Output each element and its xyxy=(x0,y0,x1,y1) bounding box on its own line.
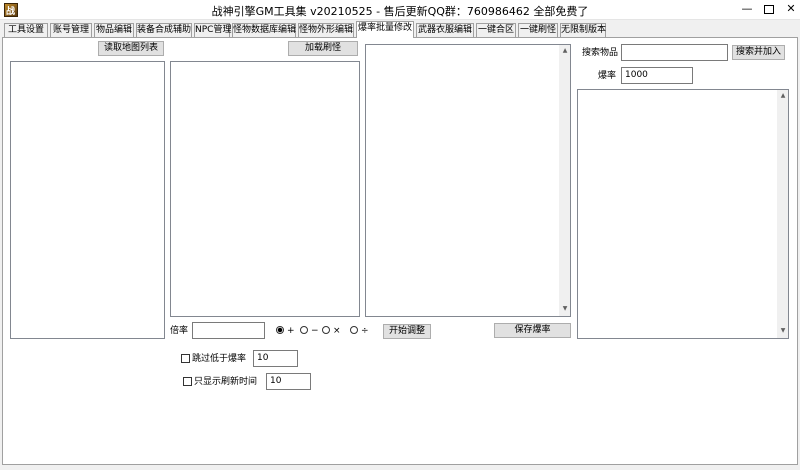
op-plus-label: + xyxy=(287,326,295,336)
skip-low-checkbox[interactable] xyxy=(181,354,190,363)
search-item-input[interactable] xyxy=(621,44,728,61)
tab-npc-management[interactable]: NPC管理 xyxy=(194,23,231,37)
only-refresh-checkbox[interactable] xyxy=(183,377,192,386)
item-list-scroll-down-icon[interactable]: ▼ xyxy=(778,327,788,334)
item-list-scrollbar[interactable] xyxy=(777,90,788,338)
tab-item-edit[interactable]: 物品编辑 xyxy=(94,23,134,37)
rate-input[interactable] xyxy=(192,322,265,339)
drop-rate-label: 爆率 xyxy=(598,71,617,81)
tab-drop-rate-batch[interactable]: 爆率批量修改 xyxy=(356,21,414,38)
item-list-scroll-up-icon[interactable]: ▲ xyxy=(778,92,788,99)
skip-low-label: 跳过低于爆率 xyxy=(192,354,247,364)
tab-unlimited-version[interactable]: 无限制版本 xyxy=(560,23,606,37)
op-divide-label: ÷ xyxy=(361,326,369,336)
drop-rate-input[interactable]: 1000 xyxy=(621,67,693,84)
window-title: 战神引擎GM工具集 v20210525 - 售后更新QQ群：760986462 … xyxy=(211,5,589,18)
maximize-button[interactable] xyxy=(758,0,780,18)
minimize-button[interactable]: — xyxy=(736,0,758,18)
monster-list[interactable] xyxy=(170,61,360,317)
tab-monster-appearance[interactable]: 怪物外形编辑 xyxy=(298,23,354,37)
map-list[interactable] xyxy=(10,61,165,339)
op-multiply-radio[interactable] xyxy=(322,326,330,334)
op-divide-radio[interactable] xyxy=(350,326,358,334)
tab-account-management[interactable]: 账号管理 xyxy=(50,23,92,37)
drop-list-scrollbar[interactable] xyxy=(559,45,570,316)
drop-list-scroll-down-icon[interactable]: ▼ xyxy=(560,305,570,312)
drop-list[interactable] xyxy=(365,44,571,317)
rate-label: 倍率 xyxy=(170,326,189,336)
op-plus-radio[interactable] xyxy=(276,326,284,334)
tab-equipment-synthesis[interactable]: 装备合成辅助 xyxy=(136,23,192,37)
start-adjust-button[interactable]: 开始调整 xyxy=(383,324,431,339)
op-minus-label: − xyxy=(311,326,319,336)
op-multiply-label: × xyxy=(333,326,341,336)
save-drop-rate-button[interactable]: 保存爆率 xyxy=(494,323,571,338)
tab-weapon-clothes-edit[interactable]: 武器衣服编辑 xyxy=(416,23,474,37)
search-item-label: 搜索物品 xyxy=(582,48,619,58)
tab-tool-settings[interactable]: 工具设置 xyxy=(4,23,48,37)
only-refresh-label: 只显示刷新时间 xyxy=(194,377,258,387)
tab-merge-servers[interactable]: 一键合区 xyxy=(476,23,516,37)
only-refresh-input[interactable]: 10 xyxy=(266,373,311,390)
op-minus-radio[interactable] xyxy=(300,326,308,334)
search-add-button[interactable]: 搜索并加入 xyxy=(732,45,785,60)
tab-spawn-monsters[interactable]: 一键刷怪 xyxy=(518,23,558,37)
maximize-icon xyxy=(764,4,774,14)
load-monster-button[interactable]: 加载刷怪 xyxy=(288,41,358,56)
skip-low-input[interactable]: 10 xyxy=(253,350,298,367)
tab-monster-database[interactable]: 怪物数据库编辑 xyxy=(232,23,296,37)
read-map-list-button[interactable]: 读取地图列表 xyxy=(98,41,164,56)
drop-list-scroll-up-icon[interactable]: ▲ xyxy=(560,47,570,54)
item-list[interactable] xyxy=(577,89,789,339)
close-button[interactable]: ✕ xyxy=(780,0,800,18)
